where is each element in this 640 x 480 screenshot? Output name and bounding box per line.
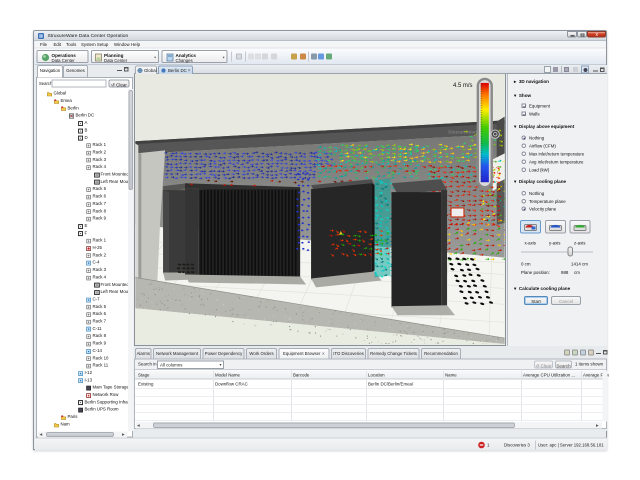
svg-text:4.5 m/s: 4.5 m/s	[453, 83, 472, 89]
svg-text:StruxureWare: StruxureWare	[448, 130, 479, 136]
